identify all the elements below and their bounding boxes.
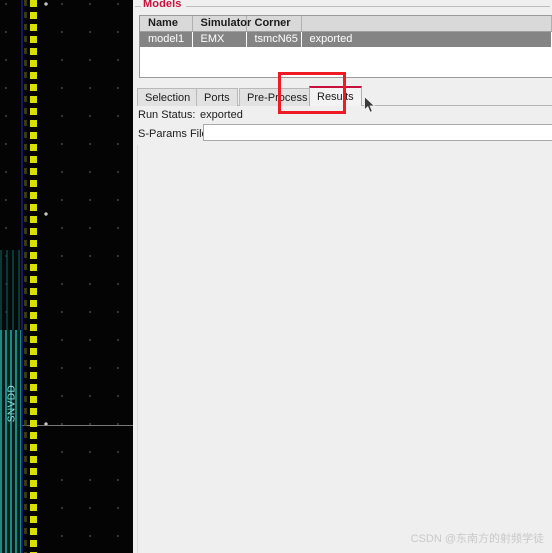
column-header-simulator[interactable]: Simulator [192,16,251,32]
tab-pre-process[interactable]: Pre-Process [239,88,316,106]
cell-model-status: exported [301,31,552,47]
cell-model-simulator: EMX [192,31,247,47]
models-groupbox: Models Name Simulator Corner model1 EMX … [135,0,552,81]
metal-stack-lower-shape[interactable] [0,330,21,553]
cell-model-corner: tsmcN65 [246,31,302,47]
setup-tabbar: Selection Ports Pre-Process Results [137,86,552,106]
table-row[interactable]: model1 EMX tsmcN65 exported [140,31,552,47]
column-header-corner[interactable]: Corner [246,16,302,32]
column-header-name[interactable]: Name [140,16,193,32]
column-header-status[interactable] [301,16,552,32]
tab-results[interactable]: Results [309,86,362,106]
models-groupbox-title: Models [141,0,186,10]
layout-editor-canvas[interactable]: SNVDD [0,0,133,553]
models-table[interactable]: Name Simulator Corner model1 EMX tsmcN65… [139,15,552,78]
run-status-value: exported [200,109,243,121]
run-status-label: Run Status: [138,109,196,121]
net-name-label: SNVDD [6,384,18,423]
application-window: SNVDD Models Name Simulator Corner model… [0,0,552,553]
results-content-pane [137,145,552,553]
watermark-text: CSDN @东南方的射频学徒 [410,533,544,545]
tab-selection[interactable]: Selection [137,88,199,106]
power-rail-shadow-shape [24,0,27,553]
power-rail-shape[interactable] [30,0,37,553]
metal-stack-upper-shape[interactable] [0,250,21,330]
table-header-row: Name Simulator Corner [140,16,552,32]
via-column-shape[interactable] [21,0,23,553]
cell-model-name: model1 [140,31,193,47]
sparams-file-input[interactable] [203,124,552,141]
tab-ports[interactable]: Ports [196,88,238,106]
sparams-file-label: S-Params File: [138,128,211,140]
emx-setup-dialog: Models Name Simulator Corner model1 EMX … [133,0,552,553]
